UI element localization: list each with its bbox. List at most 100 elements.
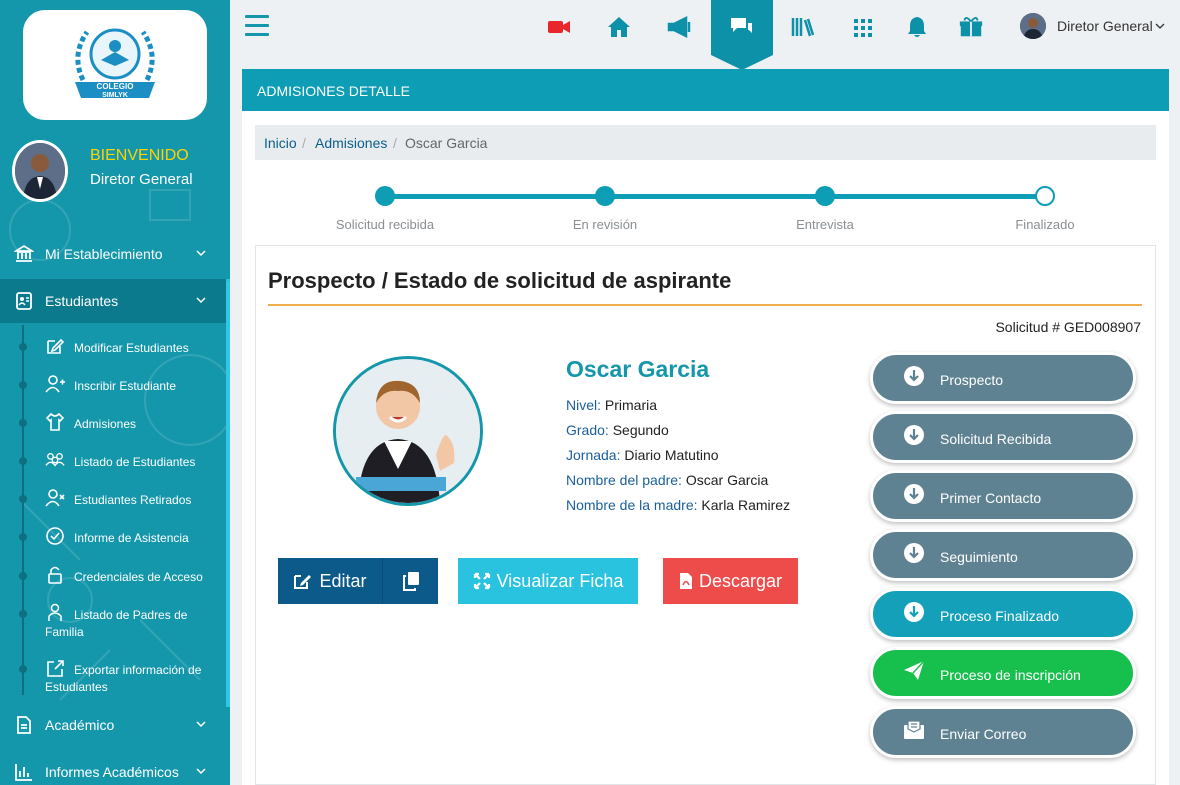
action-enviar-correo[interactable]: Enviar Correo [870, 706, 1136, 758]
avatar[interactable] [12, 140, 68, 202]
action-proceso-finalizado[interactable]: Proceso Finalizado [870, 588, 1136, 640]
expand-icon [473, 572, 490, 590]
avatar [1020, 13, 1046, 39]
sidebar: COLEGIO SIMLYK BIENVENIDO Diretor Genera… [0, 0, 230, 785]
nav-label: Informes Académicos [45, 764, 179, 780]
student-info: Oscar Garcia Nivel: Primaria Grado: Segu… [566, 356, 846, 518]
info-nivel: Nivel: Primaria [566, 393, 846, 418]
sub-item-label: Listado de Padres de [74, 608, 188, 622]
home-icon[interactable] [606, 14, 632, 40]
school-logo[interactable]: COLEGIO SIMLYK [23, 10, 207, 120]
field-label: Nivel: [566, 397, 602, 413]
action-proceso-inscripcion[interactable]: Proceso de inscripción [870, 647, 1136, 699]
field-value: Oscar Garcia [685, 472, 769, 488]
nav-mi-establecimiento[interactable]: Mi Establecimiento [0, 232, 230, 276]
submenu-dot [19, 419, 27, 427]
topbar: Diretor General [230, 0, 1180, 70]
breadcrumb-inicio[interactable]: Inicio [264, 135, 297, 151]
view-record-button[interactable]: Visualizar Ficha [458, 558, 638, 604]
download-label: Descargar [698, 570, 783, 591]
submenu-dot [19, 665, 27, 673]
sub-item-label-cont: Estudiantes [45, 680, 108, 694]
action-solicitud-recibida[interactable]: Solicitud Recibida [870, 411, 1136, 463]
panel-title: Prospecto / Estado de solicitud de aspir… [268, 268, 732, 293]
page-header: ADMISIONES DETALLE [242, 69, 1169, 111]
submenu-dot [19, 610, 27, 618]
info-jornada: Jornada: Diario Matutino [566, 443, 846, 468]
pdf-file-icon [679, 573, 692, 589]
sub-item-exportar-informacion[interactable]: Exportar información de Estudiantes [0, 658, 226, 694]
nav-academico[interactable]: Académico [0, 703, 230, 747]
chevron-down-icon [196, 768, 206, 775]
sub-item-credenciales-acceso[interactable]: Credenciales de Acceso [0, 565, 226, 591]
gift-icon[interactable] [958, 14, 984, 40]
action-label: Proceso de inscripción [940, 667, 1081, 683]
export-icon [47, 660, 64, 677]
action-label: Seguimiento [940, 549, 1018, 565]
action-prospecto[interactable]: Prospecto [870, 352, 1136, 404]
action-seguimiento[interactable]: Seguimiento [870, 529, 1136, 581]
sub-item-admisiones[interactable]: Admisiones [0, 412, 226, 438]
breadcrumb-admisiones[interactable]: Admisiones [315, 135, 387, 151]
nav-informes-academicos[interactable]: Informes Académicos [0, 750, 230, 785]
breadcrumb: Inicio / Admisiones / Oscar Garcia [255, 125, 1156, 160]
download-button[interactable]: Descargar [663, 558, 798, 604]
field-value: Diario Matutino [624, 447, 719, 463]
users-icon [45, 452, 65, 467]
arrow-down-circle-icon [904, 602, 924, 622]
action-primer-contacto[interactable]: Primer Contacto [870, 470, 1136, 522]
copy-button[interactable] [383, 558, 438, 604]
sub-item-listado-padres[interactable]: Listado de Padres de Familia [0, 603, 226, 639]
grid-icon[interactable] [850, 14, 876, 40]
user-name: Diretor General [1057, 18, 1153, 34]
nav-estudiantes[interactable]: Estudiantes [0, 279, 230, 323]
megaphone-icon[interactable] [666, 14, 692, 40]
view-record-label: Visualizar Ficha [496, 570, 624, 591]
submenu-dot [19, 381, 27, 389]
field-value: Karla Ramirez [701, 497, 791, 513]
sub-item-label: Inscribir Estudiante [74, 379, 177, 393]
video-icon[interactable] [546, 14, 572, 40]
sub-item-estudiantes-retirados[interactable]: Estudiantes Retirados [0, 488, 226, 514]
sub-item-listado-estudiantes[interactable]: Listado de Estudiantes [0, 450, 226, 476]
step-label: Finalizado [1015, 217, 1075, 232]
nav-label: Mi Establecimiento [45, 246, 163, 262]
logo-text-bottom: SIMLYK [102, 92, 128, 99]
copy-icon [402, 572, 419, 591]
sidebar-scrollbar[interactable] [226, 282, 230, 707]
user-x-icon [45, 489, 65, 507]
sub-item-informe-asistencia[interactable]: Informe de Asistencia [0, 526, 226, 552]
sub-item-label: Modificar Estudiantes [74, 341, 189, 355]
field-label: Nombre del padre: [566, 472, 682, 488]
info-grado: Grado: Segundo [566, 418, 846, 443]
welcome-text: BIENVENIDO [90, 147, 189, 164]
sub-item-label: Exportar información de [74, 663, 202, 677]
title-divider [268, 304, 1142, 306]
page-title: ADMISIONES DETALLE [257, 83, 411, 99]
chevron-down-icon [1155, 23, 1165, 29]
arrow-down-circle-icon [904, 484, 924, 504]
progress-steps: Solicitud recibida En revisión Entrevist… [242, 184, 1169, 234]
sub-item-inscribir-estudiante[interactable]: Inscribir Estudiante [0, 374, 226, 400]
breadcrumb-separator: / [393, 135, 397, 151]
menu-toggle-icon[interactable] [245, 15, 269, 39]
books-icon[interactable] [790, 14, 816, 40]
arrow-down-circle-icon [904, 425, 924, 445]
user-menu[interactable]: Diretor General [1020, 12, 1170, 42]
sub-item-modificar-estudiantes[interactable]: Modificar Estudiantes [0, 336, 226, 362]
chat-icon[interactable] [729, 14, 755, 40]
step-label: En revisión [572, 217, 638, 232]
field-label: Jornada: [566, 447, 621, 463]
school-crest-icon: COLEGIO SIMLYK [75, 28, 155, 99]
action-label: Enviar Correo [940, 726, 1027, 742]
bell-icon[interactable] [904, 14, 930, 40]
building-icon [14, 244, 34, 262]
application-number: Solicitud # GED008907 [995, 319, 1141, 335]
field-label: Nombre de la madre: [566, 497, 698, 513]
lock-icon [48, 566, 62, 584]
submenu-dot [19, 457, 27, 465]
paper-plane-icon [904, 660, 925, 680]
field-label: Grado: [566, 422, 609, 438]
document-icon [17, 716, 31, 734]
edit-button[interactable]: Editar [278, 558, 383, 604]
